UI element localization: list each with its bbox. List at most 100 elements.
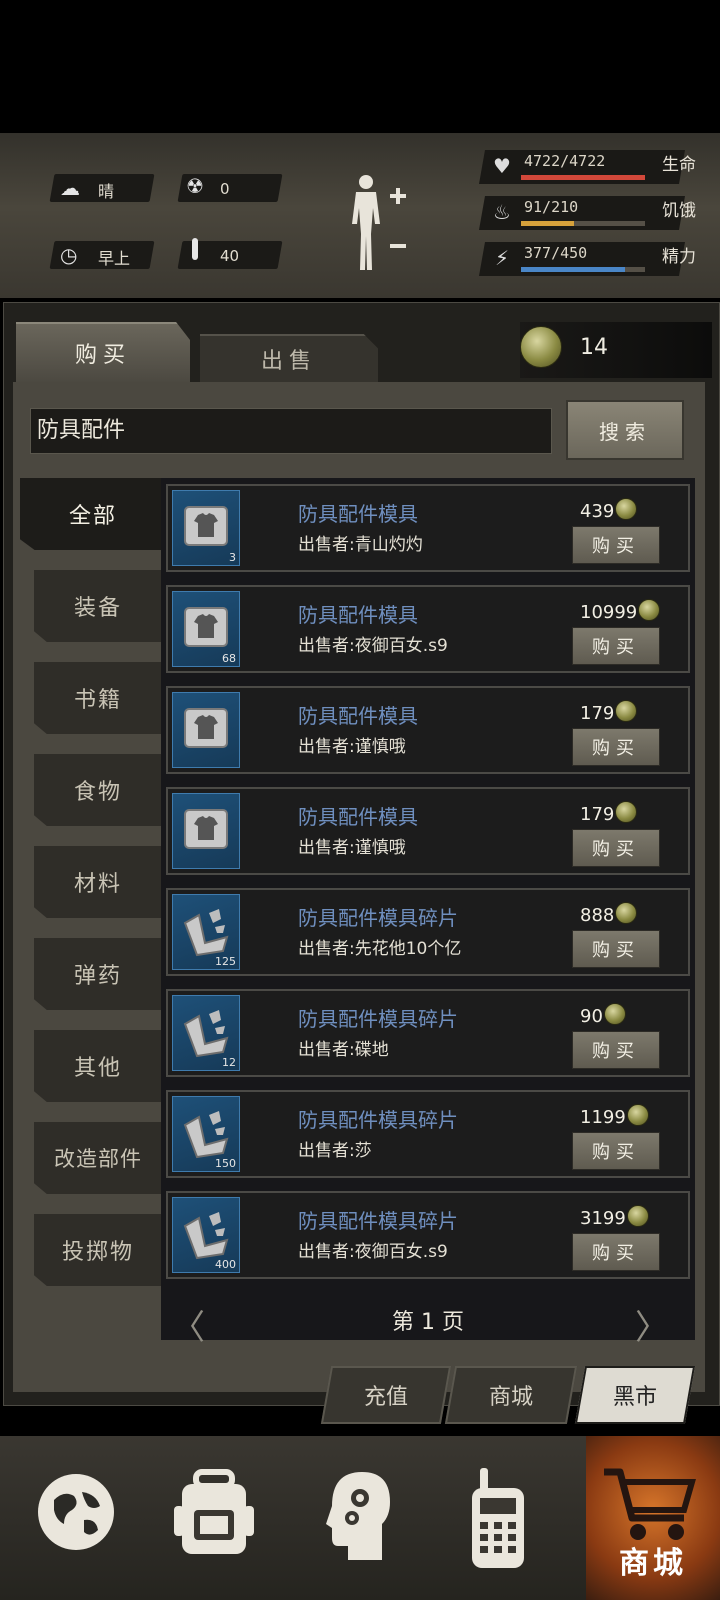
shopping-cart-icon [604,1468,696,1540]
body-status-icon[interactable] [346,172,416,278]
hunger-bar-fill [521,221,574,226]
item-price-value: 439 [580,501,615,522]
item-name: 防具配件模具 [298,502,418,526]
list-item[interactable]: 150 防具配件模具碎片 出售者:莎 1199 购买 [166,1090,690,1178]
mold-fragment-icon[interactable]: 12 [172,995,240,1071]
category-list: 全部 装备 书籍 食物 材料 弹药 其他 改造部件 投掷物 [20,478,166,1378]
next-page-chevron-icon[interactable]: 〉 [635,1300,669,1349]
item-price: 3199 [580,1205,649,1229]
energy-bar-fill [521,267,625,272]
armor-mold-icon[interactable]: 3 [172,490,240,566]
list-item[interactable]: 125 防具配件模具碎片 出售者:先花他10个亿 888 购买 [166,888,690,976]
coin-count: 14 [580,335,608,360]
item-seller: 出售者:青山灼灼 [298,535,423,555]
armor-mold-icon[interactable] [172,692,240,768]
nav-shop[interactable]: 商城 [586,1436,720,1600]
subtab-black-market[interactable]: 黑市 [574,1366,696,1424]
item-name: 防具配件模具 [298,805,418,829]
category-food[interactable]: 食物 [34,754,162,826]
tab-sell[interactable]: 出售 [200,334,378,382]
item-quantity: 3 [229,551,236,564]
armor-mold-icon[interactable] [172,793,240,869]
subtab-mall-label: 商城 [488,1385,533,1410]
weather-cloud-icon: ☁ [60,176,80,200]
subtab-black-market-label: 黑市 [612,1385,657,1410]
category-other[interactable]: 其他 [34,1030,162,1102]
bottle-cap-coin-icon [615,498,638,520]
mold-fragment-icon[interactable]: 125 [172,894,240,970]
health-value: 4722/4722 [524,152,606,170]
item-price-value: 90 [580,1006,603,1027]
item-price-value: 179 [580,804,615,825]
list-item[interactable]: 400 防具配件模具碎片 出售者:夜御百女.s9 3199 购买 [166,1191,690,1279]
category-materials[interactable]: 材料 [34,846,162,918]
item-price: 439 [580,498,638,522]
search-button[interactable]: 搜索 [566,400,684,460]
item-price-value: 10999 [580,602,638,623]
item-price: 179 [580,700,638,724]
buy-button[interactable]: 购买 [572,728,660,766]
energy-head-icon: ⚡ [494,246,510,270]
category-mod-parts[interactable]: 改造部件 [34,1122,162,1194]
bottle-cap-coin-icon [520,326,562,368]
item-name: 防具配件模具 [298,704,418,728]
buy-button[interactable]: 购买 [572,1233,660,1271]
category-all[interactable]: 全部 [20,478,166,550]
tab-buy[interactable]: 购买 [16,322,190,382]
buy-button[interactable]: 购买 [572,627,660,665]
item-seller: 出售者:莎 [298,1141,372,1161]
energy-value: 377/450 [524,244,588,262]
health-bar-fill [521,175,645,180]
page-label: 第 1 页 [392,1310,464,1335]
weather-text: 晴 [98,182,115,201]
nav-skills[interactable] [296,1436,436,1600]
bottle-cap-coin-icon [615,902,638,924]
nav-shop-label: 商城 [619,1546,687,1581]
walkie-talkie-icon [472,1468,524,1568]
category-throwables[interactable]: 投掷物 [34,1214,162,1286]
item-name: 防具配件模具碎片 [298,906,458,930]
category-books[interactable]: 书籍 [34,662,162,734]
item-quantity: 400 [215,1258,236,1271]
head-gears-icon [326,1472,390,1560]
health-label: 生命 [662,155,696,175]
item-quantity: 150 [215,1157,236,1170]
mold-fragment-icon[interactable]: 400 [172,1197,240,1273]
subtab-recharge-label: 充值 [363,1385,408,1410]
buy-button[interactable]: 购买 [572,1031,660,1069]
armor-mold-icon[interactable]: 68 [172,591,240,667]
nav-radio[interactable] [444,1436,584,1600]
category-ammo[interactable]: 弹药 [34,938,162,1010]
buy-button[interactable]: 购买 [572,930,660,968]
item-name: 防具配件模具碎片 [298,1108,458,1132]
stomach-icon: ♨ [493,200,511,224]
list-item[interactable]: 防具配件模具 出售者:谨慎哦 179 购买 [166,686,690,774]
buy-button[interactable]: 购买 [572,526,660,564]
item-price: 90 [580,1003,626,1027]
list-item[interactable]: 防具配件模具 出售者:谨慎哦 179 购买 [166,787,690,875]
backpack-icon [174,1469,254,1554]
thermometer-icon [192,238,198,260]
buy-button[interactable]: 购买 [572,1132,660,1170]
list-item[interactable]: 3 防具配件模具出售者:青山灼灼 439 购买 [166,484,690,572]
category-equipment[interactable]: 装备 [34,570,162,642]
nav-world-map[interactable] [10,1436,150,1600]
hunger-value: 91/210 [524,198,579,216]
mold-fragment-icon[interactable]: 150 [172,1096,240,1172]
hunger-label: 饥饿 [662,201,696,221]
search-input[interactable]: 防具配件 [30,408,552,454]
energy-bar [521,267,645,272]
bottle-cap-coin-icon [603,1003,626,1025]
subtab-mall[interactable]: 商城 [444,1366,578,1424]
bottle-cap-coin-icon [638,599,661,621]
list-item[interactable]: 68 防具配件模具 出售者:夜御百女.s9 10999 购买 [166,585,690,673]
subtab-recharge[interactable]: 充值 [320,1366,452,1424]
item-price-value: 179 [580,703,615,724]
item-seller: 出售者:夜御百女.s9 [298,1242,448,1262]
clock-icon: ◷ [60,243,78,267]
buy-button[interactable]: 购买 [572,829,660,867]
list-item[interactable]: 12 防具配件模具碎片 出售者:碟地 90 购买 [166,989,690,1077]
bottle-cap-coin-icon [615,801,638,823]
nav-backpack[interactable] [148,1436,288,1600]
item-seller: 出售者:夜御百女.s9 [298,636,448,656]
